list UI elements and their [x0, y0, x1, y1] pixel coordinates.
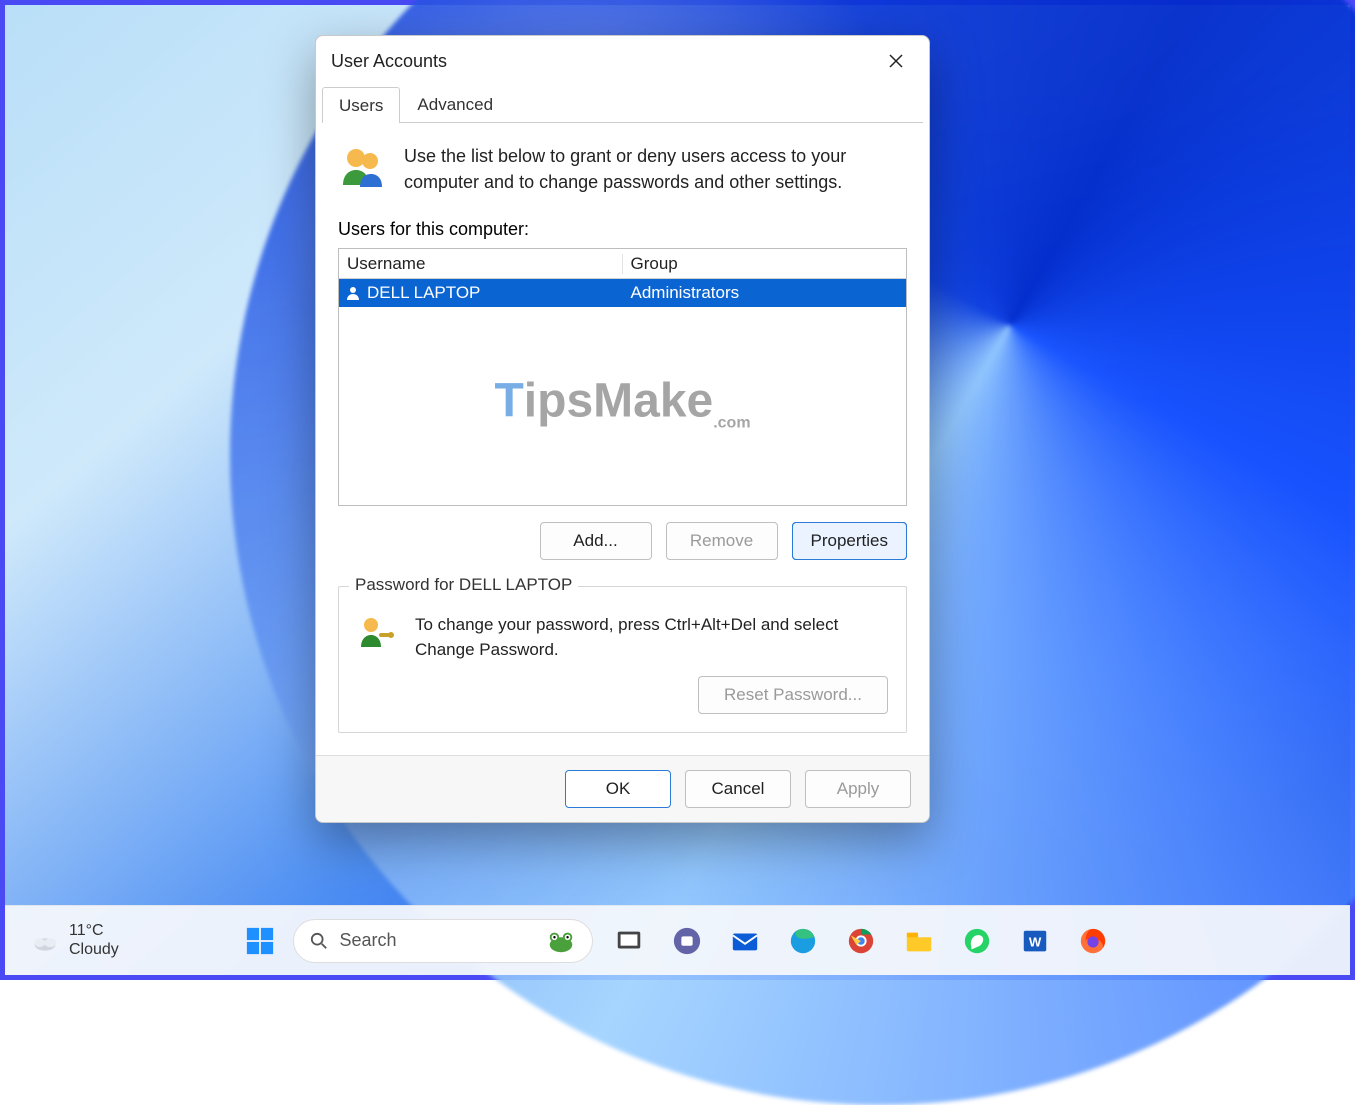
taskbar-search[interactable]: Search	[293, 919, 593, 963]
search-placeholder: Search	[340, 930, 397, 951]
tab-advanced[interactable]: Advanced	[400, 86, 510, 122]
mail-icon	[730, 926, 760, 956]
task-view-button[interactable]	[607, 919, 651, 963]
tab-strip: Users Advanced	[322, 86, 923, 123]
edge-icon	[788, 926, 818, 956]
cancel-button[interactable]: Cancel	[685, 770, 791, 808]
close-button[interactable]	[873, 44, 919, 78]
weather-text: 11°C Cloudy	[69, 922, 119, 959]
firefox-icon	[1078, 926, 1108, 956]
svg-text:W: W	[1028, 934, 1041, 949]
taskbar-app-explorer[interactable]	[897, 919, 941, 963]
users-list-label: Users for this computer:	[338, 219, 907, 240]
close-icon	[888, 53, 904, 69]
add-button[interactable]: Add...	[540, 522, 652, 560]
tab-body-users: Use the list below to grant or deny user…	[316, 123, 929, 755]
task-view-icon	[614, 926, 644, 956]
users-list[interactable]: Username Group DELL LAPTOP Administrator…	[338, 248, 907, 506]
dialog-footer: OK Cancel Apply	[316, 755, 929, 822]
taskbar-app-mail[interactable]	[723, 919, 767, 963]
word-icon: W	[1020, 926, 1050, 956]
windows-logo-icon	[245, 926, 275, 956]
dialog-titlebar[interactable]: User Accounts	[316, 36, 929, 86]
search-mascot-icon	[546, 929, 576, 953]
weather-temp: 11°C	[69, 922, 119, 940]
key-user-icon	[357, 613, 397, 653]
chrome-icon	[846, 926, 876, 956]
users-icon	[338, 143, 386, 191]
intro-text: Use the list below to grant or deny user…	[404, 143, 907, 195]
user-row-icon	[345, 285, 361, 301]
weather-widget[interactable]: 11°C Cloudy	[31, 922, 119, 959]
taskbar-app-chrome[interactable]	[839, 919, 883, 963]
taskbar-app-edge[interactable]	[781, 919, 825, 963]
reset-password-button[interactable]: Reset Password...	[698, 676, 888, 714]
taskbar-app-teams[interactable]	[665, 919, 709, 963]
user-accounts-dialog: User Accounts Users Advanced Use the lis…	[315, 35, 930, 823]
start-button[interactable]	[241, 922, 279, 960]
folder-icon	[904, 926, 934, 956]
ok-button[interactable]: OK	[565, 770, 671, 808]
password-text: To change your password, press Ctrl+Alt+…	[415, 613, 888, 662]
apply-button[interactable]: Apply	[805, 770, 911, 808]
weather-icon	[31, 927, 59, 955]
taskbar-center: Search	[241, 919, 1115, 963]
password-group: Password for DELL LAPTOP To change your …	[338, 586, 907, 733]
search-icon	[310, 932, 328, 950]
row-username: DELL LAPTOP	[367, 283, 480, 303]
whatsapp-icon	[962, 926, 992, 956]
taskbar-app-firefox[interactable]	[1071, 919, 1115, 963]
list-actions: Add... Remove Properties	[338, 522, 907, 560]
tab-users[interactable]: Users	[322, 87, 400, 123]
intro-row: Use the list below to grant or deny user…	[338, 143, 907, 195]
row-group: Administrators	[623, 283, 907, 303]
teams-icon	[672, 926, 702, 956]
column-group[interactable]: Group	[623, 254, 907, 274]
list-row[interactable]: DELL LAPTOP Administrators	[339, 279, 906, 307]
weather-desc: Cloudy	[69, 941, 119, 959]
taskbar-app-word[interactable]: W	[1013, 919, 1057, 963]
column-username[interactable]: Username	[339, 254, 623, 274]
taskbar[interactable]: 11°C Cloudy Search	[5, 905, 1350, 975]
properties-button[interactable]: Properties	[792, 522, 907, 560]
watermark: TipsMake.com	[494, 373, 750, 432]
remove-button[interactable]: Remove	[666, 522, 778, 560]
taskbar-app-whatsapp[interactable]	[955, 919, 999, 963]
password-legend: Password for DELL LAPTOP	[349, 575, 578, 595]
list-header[interactable]: Username Group	[339, 249, 906, 279]
dialog-title: User Accounts	[331, 51, 447, 72]
